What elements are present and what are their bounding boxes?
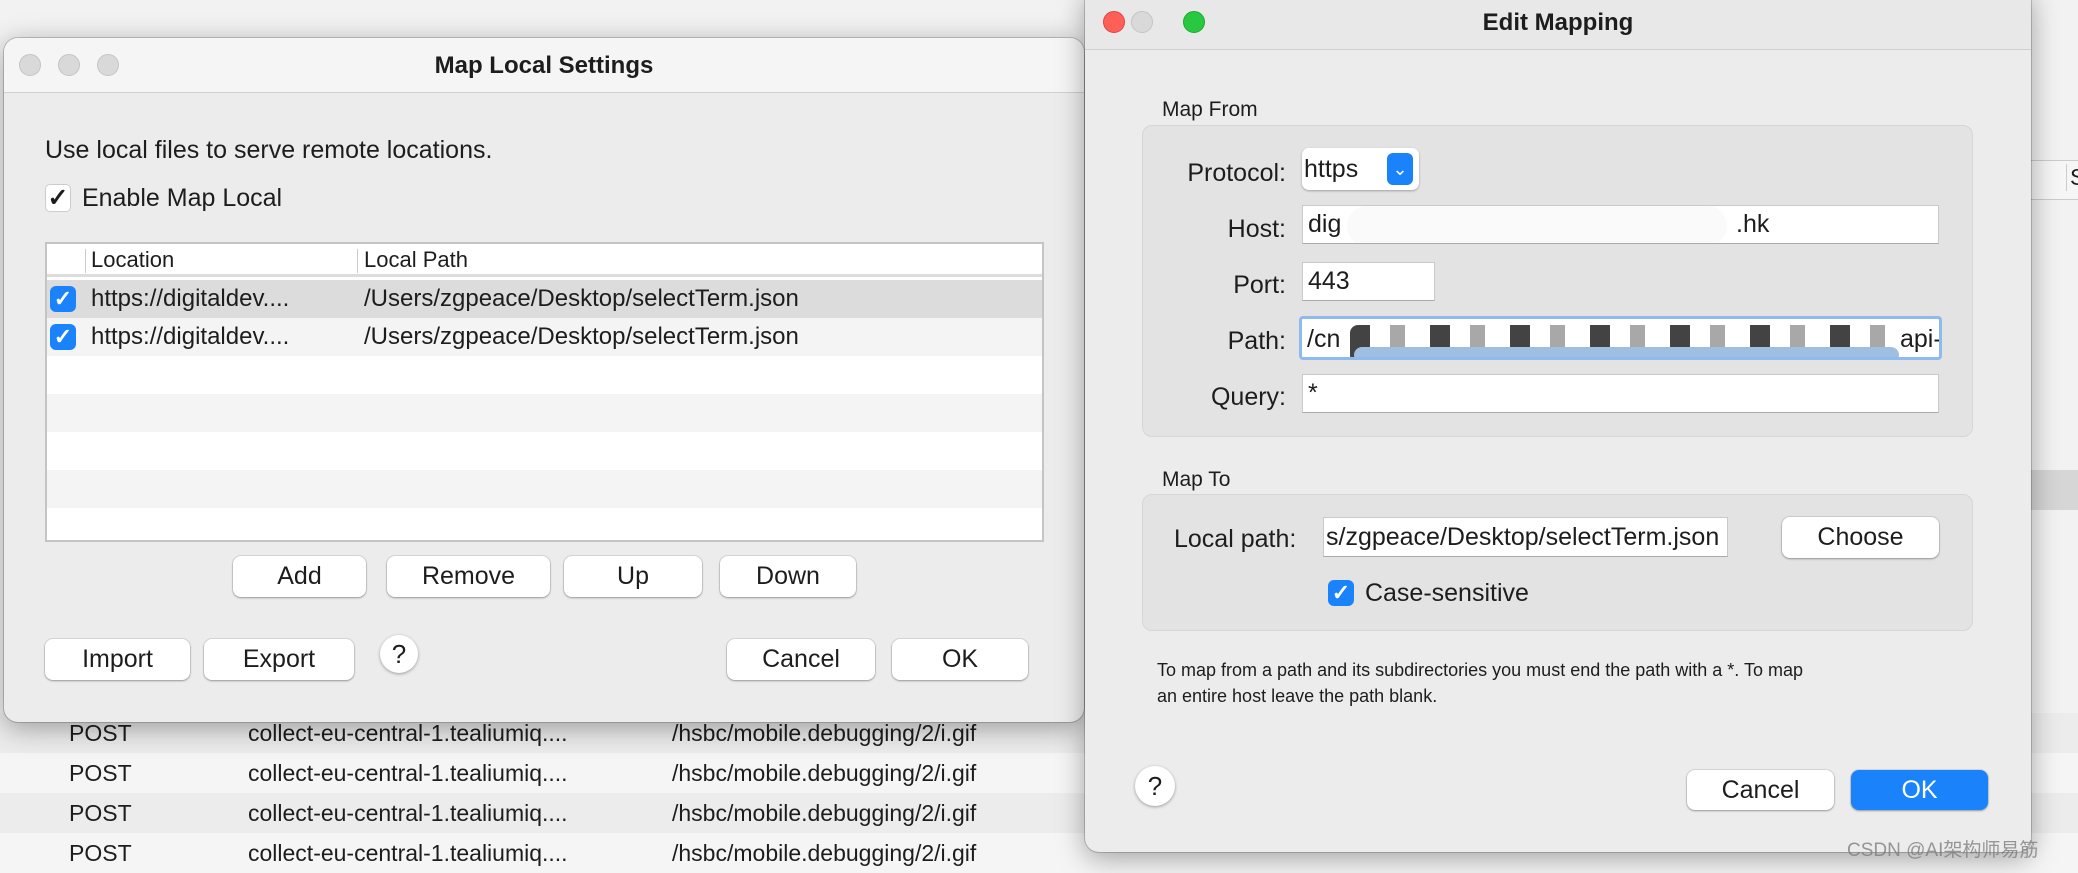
map-from-heading: Map From (1162, 98, 1258, 121)
path-label: Path: (1227, 327, 1286, 355)
mappings-table: Location Local Path ✓ https://digitaldev… (45, 242, 1044, 542)
add-button[interactable]: Add (233, 556, 366, 597)
help-button[interactable]: ? (380, 635, 418, 673)
watermark: CSDN @AI架构师易筋 (1847, 840, 2039, 861)
map-to-heading: Map To (1162, 468, 1231, 491)
map-from-group: Protocol: https ⌄ Host: dig .hk Port: 44… (1142, 125, 1973, 437)
zoom-icon[interactable] (1183, 11, 1205, 33)
path-input[interactable]: /cn api- (1299, 316, 1942, 360)
down-button[interactable]: Down (720, 556, 856, 597)
redacted-blur (1354, 347, 1899, 357)
enable-map-local-checkbox[interactable]: ✓ Enable Map Local (45, 183, 282, 213)
cancel-button[interactable]: Cancel (727, 639, 875, 680)
protocol-label: Protocol: (1187, 159, 1286, 187)
row-checkbox[interactable]: ✓ (50, 286, 76, 312)
choose-button[interactable]: Choose (1782, 517, 1939, 558)
column-header-partial[interactable]: S (2066, 164, 2078, 191)
checkmark-icon: ✓ (45, 184, 71, 213)
checkmark-icon: ✓ (1328, 580, 1354, 607)
cancel-button[interactable]: Cancel (1687, 770, 1834, 810)
export-button[interactable]: Export (204, 639, 354, 680)
port-label: Port: (1233, 271, 1286, 299)
table-row[interactable]: ✓ https://digitaldev.... /Users/zgpeace/… (47, 280, 1042, 318)
table-row[interactable]: ✓ https://digitaldev.... /Users/zgpeace/… (47, 318, 1042, 356)
window-title: Map Local Settings (434, 52, 654, 79)
chevron-down-icon: ⌄ (1387, 153, 1413, 185)
query-label: Query: (1210, 383, 1286, 411)
help-button[interactable]: ? (1135, 766, 1175, 806)
table-header: Location Local Path (47, 244, 1042, 277)
host-label: Host: (1227, 215, 1286, 243)
column-header-location[interactable]: Location (91, 244, 174, 276)
map-local-settings-window: Map Local Settings Use local files to se… (4, 38, 1084, 722)
case-sensitive-checkbox[interactable]: ✓ Case-sensitive (1328, 578, 1529, 607)
title-bar[interactable]: Edit Mapping (1085, 0, 2031, 50)
title-bar[interactable]: Map Local Settings (4, 38, 1084, 93)
host-input[interactable]: dig .hk (1302, 205, 1939, 244)
edit-mapping-window: Edit Mapping Map From Protocol: https ⌄ … (1085, 0, 2031, 852)
query-input[interactable]: * (1302, 374, 1939, 413)
redacted-blur (1347, 206, 1727, 243)
window-title: Edit Mapping (1482, 9, 1634, 36)
local-path-input[interactable]: s/zgpeace/Desktop/selectTerm.json (1323, 517, 1728, 557)
hint-text: To map from a path and its subdirectorie… (1157, 660, 1804, 706)
ok-button[interactable]: OK (892, 639, 1028, 680)
row-checkbox[interactable]: ✓ (50, 324, 76, 350)
port-input[interactable]: 443 (1302, 262, 1435, 301)
zoom-icon[interactable] (97, 54, 119, 76)
description: Use local files to serve remote location… (45, 136, 493, 164)
column-header-local-path[interactable]: Local Path (364, 244, 468, 276)
import-button[interactable]: Import (45, 639, 190, 680)
protocol-select[interactable]: https ⌄ (1302, 148, 1419, 190)
ok-button[interactable]: OK (1851, 770, 1988, 810)
minimize-icon[interactable] (1131, 11, 1153, 33)
minimize-icon[interactable] (58, 54, 80, 76)
close-icon[interactable] (19, 54, 41, 76)
local-path-label: Local path: (1174, 525, 1297, 553)
up-button[interactable]: Up (564, 556, 702, 597)
map-to-group: Local path: s/zgpeace/Desktop/selectTerm… (1142, 494, 1973, 631)
remove-button[interactable]: Remove (387, 556, 550, 597)
close-icon[interactable] (1103, 11, 1125, 33)
